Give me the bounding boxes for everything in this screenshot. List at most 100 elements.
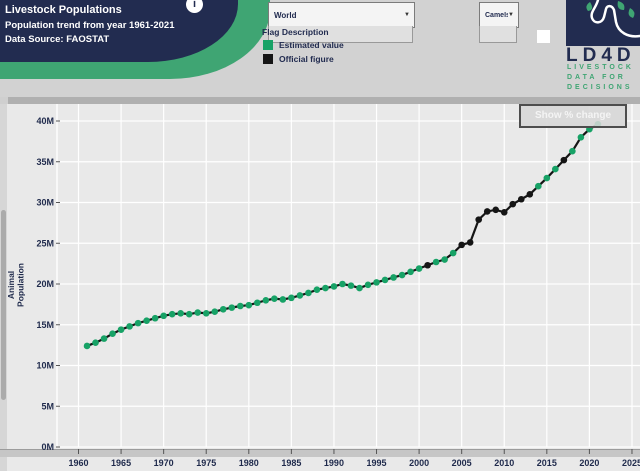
x-tick-label: 2005: [452, 458, 472, 468]
data-point-official[interactable]: [424, 262, 431, 269]
x-tick-label: 1960: [68, 458, 88, 468]
data-point-estimated[interactable]: [246, 302, 253, 309]
x-tick-label: 1990: [324, 458, 344, 468]
data-point-estimated[interactable]: [101, 335, 108, 342]
official-figure-swatch: [263, 54, 273, 64]
horizontal-scrollbar-top[interactable]: [8, 97, 640, 104]
chevron-down-icon: ▼: [404, 12, 414, 18]
logo-tagline-line: DATA FOR: [567, 74, 626, 81]
population-trend-chart[interactable]: 1960196519701975198019851990199520002005…: [0, 104, 640, 471]
x-tick-label: 1970: [154, 458, 174, 468]
data-point-estimated[interactable]: [228, 304, 235, 311]
data-point-official[interactable]: [509, 201, 516, 208]
y-tick-label: 25M: [36, 238, 54, 248]
y-tick-label: 5M: [41, 401, 54, 411]
legend-label: Official figure: [279, 54, 334, 64]
show-percent-change-button[interactable]: Show % change: [519, 104, 627, 128]
data-point-estimated[interactable]: [152, 315, 159, 322]
data-point-estimated[interactable]: [237, 303, 244, 310]
data-point-estimated[interactable]: [160, 312, 167, 319]
data-point-estimated[interactable]: [373, 279, 380, 286]
data-point-official[interactable]: [475, 216, 482, 223]
data-point-estimated[interactable]: [339, 281, 346, 288]
data-point-estimated[interactable]: [578, 134, 585, 141]
data-point-estimated[interactable]: [356, 285, 363, 292]
chevron-down-icon: ▼: [508, 12, 518, 18]
x-tick-label: 2010: [494, 458, 514, 468]
region-dropdown[interactable]: World ▼: [268, 2, 415, 28]
data-point-official[interactable]: [561, 157, 568, 164]
scrollbar-corner: [0, 97, 8, 104]
data-point-estimated[interactable]: [118, 326, 125, 333]
data-point-estimated[interactable]: [416, 265, 423, 272]
data-point-estimated[interactable]: [331, 283, 338, 290]
data-point-estimated[interactable]: [322, 285, 329, 292]
data-point-estimated[interactable]: [280, 296, 287, 303]
logo-tagline-line: DECISIONS: [567, 84, 633, 91]
data-point-official[interactable]: [501, 209, 508, 216]
data-point-estimated[interactable]: [92, 339, 99, 346]
data-point-estimated[interactable]: [169, 311, 176, 318]
data-point-estimated[interactable]: [194, 309, 201, 316]
species-dropdown-value: Camels: [480, 12, 508, 19]
data-point-estimated[interactable]: [399, 272, 406, 279]
y-axis-title: AnimalPopulation: [6, 263, 26, 307]
y-tick-label: 30M: [36, 198, 54, 208]
x-tick-label: 2020: [579, 458, 599, 468]
page-title: Livestock Populations: [5, 4, 122, 16]
legend-item-official: Official figure: [263, 54, 334, 64]
data-point-estimated[interactable]: [297, 292, 304, 299]
logo-tagline-line: LIVESTOCK: [567, 64, 634, 71]
data-point-estimated[interactable]: [382, 277, 389, 284]
data-point-estimated[interactable]: [535, 183, 542, 190]
data-point-estimated[interactable]: [84, 343, 91, 350]
data-point-estimated[interactable]: [433, 259, 440, 266]
species-dropdown-subbox[interactable]: [479, 26, 517, 43]
data-point-estimated[interactable]: [186, 311, 193, 318]
y-tick-label: 0M: [41, 442, 54, 452]
data-source-label: Data Source: FAOSTAT: [5, 34, 109, 45]
data-point-estimated[interactable]: [177, 310, 184, 317]
y-tick-label: 10M: [36, 361, 54, 371]
data-point-estimated[interactable]: [314, 286, 321, 293]
data-point-official[interactable]: [518, 196, 525, 203]
data-point-estimated[interactable]: [263, 297, 270, 304]
data-point-official[interactable]: [492, 207, 499, 214]
data-point-estimated[interactable]: [390, 274, 397, 281]
data-point-estimated[interactable]: [143, 317, 150, 324]
data-point-official[interactable]: [484, 208, 491, 215]
data-point-estimated[interactable]: [348, 282, 355, 289]
data-point-estimated[interactable]: [254, 299, 261, 306]
data-point-estimated[interactable]: [135, 320, 142, 327]
x-tick-label: 2000: [409, 458, 429, 468]
blank-widget-square: [537, 30, 550, 43]
data-point-estimated[interactable]: [441, 256, 448, 263]
data-point-estimated[interactable]: [552, 166, 559, 173]
data-point-estimated[interactable]: [203, 310, 210, 317]
region-dropdown-value: World: [269, 11, 404, 20]
data-point-estimated[interactable]: [271, 295, 278, 302]
y-tick-label: 35M: [36, 157, 54, 167]
data-point-official[interactable]: [467, 239, 474, 246]
data-point-official[interactable]: [458, 242, 465, 249]
x-tick-label: 1980: [239, 458, 259, 468]
data-point-official[interactable]: [526, 191, 533, 198]
x-tick-label: 1985: [281, 458, 301, 468]
data-point-estimated[interactable]: [126, 323, 133, 330]
data-point-estimated[interactable]: [288, 295, 295, 302]
data-point-estimated[interactable]: [211, 308, 218, 315]
x-tick-label: 1975: [196, 458, 216, 468]
x-tick-label: 2015: [537, 458, 557, 468]
data-point-estimated[interactable]: [305, 290, 312, 297]
data-point-estimated[interactable]: [109, 330, 116, 337]
ld4d-logo-icon: [566, 0, 640, 46]
data-point-estimated[interactable]: [450, 250, 457, 257]
data-point-estimated[interactable]: [365, 282, 372, 289]
data-point-estimated[interactable]: [220, 306, 227, 313]
x-tick-label: 1965: [111, 458, 131, 468]
species-dropdown[interactable]: Camels ▼: [479, 2, 519, 28]
data-point-estimated[interactable]: [569, 148, 576, 155]
data-point-estimated[interactable]: [544, 175, 551, 182]
y-tick-label: 40M: [36, 116, 54, 126]
data-point-estimated[interactable]: [407, 268, 414, 275]
